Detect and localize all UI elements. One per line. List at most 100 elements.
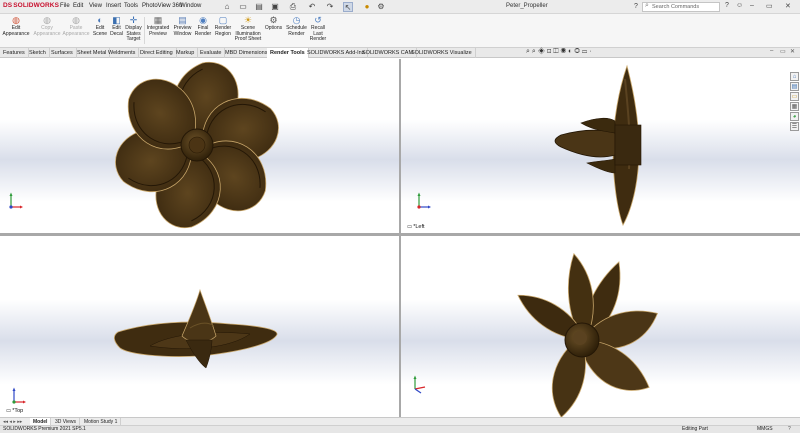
tab-features[interactable]: Features [0, 48, 29, 58]
commandmanager-ribbon: ◍ Edit Appearance ◍ Copy Appearance ◍ Past… [0, 14, 800, 47]
propeller-top-view [114, 288, 278, 369]
custom-properties-icon[interactable]: ☰ [790, 122, 799, 131]
viewport-vertical-splitter[interactable] [399, 59, 401, 417]
menu-insert[interactable]: Insert [106, 3, 121, 9]
viewport-restore-icon[interactable]: ▭ [780, 48, 786, 55]
status-bar: SOLIDWORKS Premium 2021 SP5.1 Editing Pa… [0, 425, 800, 433]
tab-weldments[interactable]: Weldments [105, 48, 140, 58]
open-icon[interactable]: ▤ [254, 2, 264, 12]
tab-mbd-dimensions[interactable]: MBD Dimensions [222, 48, 272, 58]
status-help-icon[interactable]: ? [788, 426, 791, 433]
display-states-target-button[interactable]: ✛ Display States Target [124, 15, 143, 43]
editing-mode-status: Editing Part [682, 426, 708, 432]
close-icon[interactable]: ✕ [785, 2, 791, 10]
view-orientation-icon: ▭ [407, 224, 413, 230]
viewport-horizontal-splitter[interactable] [0, 233, 800, 236]
paste-appearance-button[interactable]: ◍ Paste Appearance [62, 15, 90, 37]
new-document-icon[interactable]: ▭ [238, 2, 248, 12]
tab-render-tools[interactable]: Render Tools [267, 48, 309, 58]
search-icon: ⌕ [645, 2, 649, 9]
schedule-render-icon: ◷ [292, 15, 301, 25]
viewport-front[interactable] [0, 59, 399, 233]
hub-top-view [181, 288, 217, 343]
viewport-top[interactable]: ▭*Top [0, 236, 399, 417]
select-icon[interactable]: ↖ [343, 2, 353, 12]
heads-up-view-toolbar[interactable]: ⌕⌕◈⊡◫◉◐◎▭· [526, 48, 594, 56]
propeller-left-view [554, 64, 642, 226]
tab-sketch[interactable]: Sketch [26, 48, 50, 58]
view-orientation-icon: ▭ [6, 408, 12, 414]
model-tabs-bar: ◂◂ ◂ ▸ ▸▸ Model 3D Views Motion Study 1 [0, 417, 800, 426]
scene-illumination-proof-sheet-button[interactable]: ☀ Scene Illumination Proof Sheet [234, 15, 262, 43]
recall-last-render-icon: ↺ [314, 15, 322, 25]
preview-window-icon: ▤ [178, 15, 187, 25]
product-version: SOLIDWORKS Premium 2021 SP5.1 [3, 426, 86, 432]
coordinate-triad-icon [9, 192, 23, 209]
menu-tools[interactable]: Tools [124, 3, 138, 9]
coordinate-triad-icon [417, 192, 431, 209]
edit-scene-button[interactable]: ◐ Edit Scene [91, 15, 109, 37]
file-explorer-icon[interactable]: ▭ [790, 92, 799, 101]
display-states-target-icon: ✛ [129, 15, 138, 25]
edit-decal-button[interactable]: ◧ Edit Decal [109, 15, 124, 37]
commandmanager-tabs: Features Sketch Surfaces Sheet Metal Wel… [0, 47, 800, 58]
viewport-isometric[interactable] [401, 236, 800, 417]
copy-appearance-button[interactable]: ◍ Copy Appearance [33, 15, 61, 37]
copy-appearance-icon: ◍ [43, 15, 51, 25]
preview-window-button[interactable]: ▤ Preview Window [172, 15, 193, 37]
options-gear-icon[interactable]: ⚙ [376, 2, 386, 12]
design-library-icon[interactable]: ▤ [790, 82, 799, 91]
recall-last-render-button[interactable]: ↺ Recall Last Render [309, 15, 327, 43]
tab-solidworks-visualize[interactable]: SOLIDWORKS Visualize [408, 48, 476, 58]
view-palette-icon[interactable]: ▦ [790, 102, 799, 111]
edit-appearance-icon: ◍ [12, 15, 20, 25]
undo-icon[interactable]: ↶ [307, 2, 317, 12]
menu-photoview-360[interactable]: PhotoView 360 [142, 3, 182, 9]
viewport-label: ▭*Left [407, 224, 425, 230]
hub-body [614, 124, 642, 166]
coordinate-triad-icon [413, 375, 426, 394]
user-icon[interactable]: ☺ [736, 2, 743, 9]
viewport-label: ▭*Top [6, 408, 24, 414]
viewport-left[interactable]: ▭*Left [401, 59, 800, 233]
render-region-icon: ▢ [218, 15, 228, 25]
print-icon[interactable]: ⎙ [288, 2, 298, 12]
integrated-preview-button[interactable]: ▦ Integrated Preview [145, 15, 171, 37]
edit-scene-icon: ◐ [97, 15, 103, 25]
solidworks-logo[interactable]: DSSOLIDWORKS [3, 2, 59, 9]
edit-decal-icon: ◧ [112, 15, 121, 25]
restore-icon[interactable]: ▭ [766, 2, 773, 10]
tab-direct-editing[interactable]: Direct Editing [137, 48, 177, 58]
document-title: Peter_Propeller [506, 3, 548, 9]
edit-appearance-button[interactable]: ◍ Edit Appearance [2, 15, 30, 37]
render-region-button[interactable]: ▢ Render Region [213, 15, 233, 37]
propeller-front-view [115, 61, 279, 229]
unit-system-selector[interactable]: MMGS [757, 426, 773, 433]
blade-edge-lower [586, 158, 616, 174]
menu-view[interactable]: View [89, 3, 102, 9]
traffic-light-icon[interactable]: ● [362, 2, 372, 12]
viewport-minimize-icon[interactable]: – [770, 48, 773, 54]
menu-window[interactable]: Window [180, 3, 201, 9]
task-pane-tabs: ⌂ ▤ ▭ ▦ ◕ ☰ [789, 72, 800, 142]
final-render-button[interactable]: ◉ Final Render [194, 15, 212, 37]
propeller-isometric-view [517, 253, 659, 417]
minimize-icon[interactable]: – [750, 2, 754, 9]
tab-surfaces[interactable]: Surfaces [48, 48, 77, 58]
resources-icon[interactable]: ⌂ [790, 72, 799, 81]
search-commands-field[interactable]: ⌕ Search Commands [642, 2, 720, 12]
menu-edit[interactable]: Edit [73, 3, 83, 9]
hub-left-view [554, 129, 616, 158]
options-button[interactable]: ⚙ Options [263, 15, 284, 32]
viewport-close-icon[interactable]: ✕ [790, 48, 795, 55]
save-icon[interactable]: ▣ [270, 2, 280, 12]
appearances-icon[interactable]: ◕ [790, 112, 799, 121]
menu-file[interactable]: File [60, 3, 70, 9]
tab-markup[interactable]: Markup [173, 48, 199, 58]
home-icon[interactable]: ⌂ [222, 2, 232, 12]
schedule-render-button[interactable]: ◷ Schedule Render [285, 15, 308, 37]
help-question-icon[interactable]: ? [631, 2, 641, 12]
help-icon[interactable]: ? [725, 2, 729, 9]
title-bar: DSSOLIDWORKS File Edit View Insert Tools… [0, 0, 800, 14]
redo-icon[interactable]: ↷ [325, 2, 335, 12]
